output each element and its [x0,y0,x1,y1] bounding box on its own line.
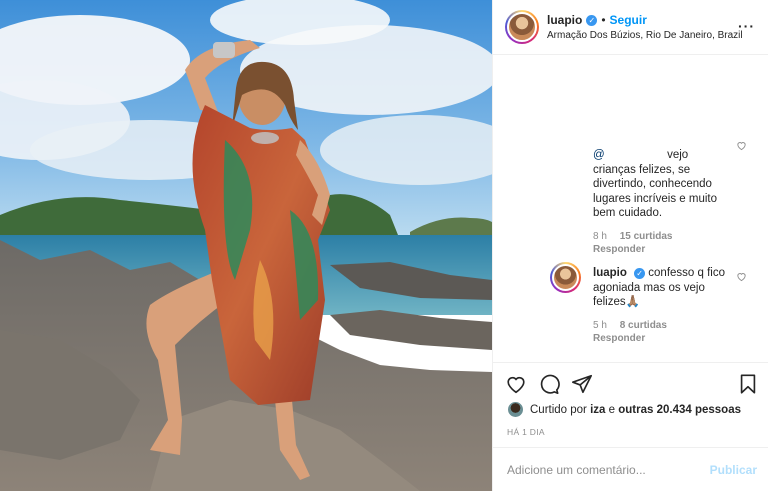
bookmark-icon[interactable] [737,373,759,395]
post-side-panel: luapio ✓ • Seguir Armação Dos Búzios, Ri… [492,0,768,491]
author-avatar[interactable] [505,10,539,44]
liker-avatar[interactable] [507,401,524,418]
add-comment-bar: Publicar [493,447,768,491]
post-header: luapio ✓ • Seguir Armação Dos Búzios, Ri… [493,0,768,55]
author-username[interactable]: luapio [547,13,582,27]
comment-avatar[interactable] [550,262,581,293]
likes-summary: Curtido por iza e outras 20.434 pessoas [507,401,741,418]
liker-username[interactable]: iza [590,404,605,416]
likes-conj: e [608,403,616,416]
comment-text: luapio ✓ confesso q fico agoniada mas os… [593,266,733,310]
reply-button[interactable]: Responder [593,333,723,344]
post-location[interactable]: Armação Dos Búzios, Rio De Janeiro, Braz… [547,30,743,41]
comment-item: luapio ✓ confesso q fico agoniada mas os… [593,266,733,344]
more-icon[interactable]: ··· [738,18,755,34]
comment-text: @ vejo crianças felizes, se divertindo, … [593,148,733,221]
instagram-post: luapio ✓ • Seguir Armação Dos Búzios, Ri… [0,0,768,491]
follow-button[interactable]: Seguir [610,13,647,27]
comment-item: @ vejo crianças felizes, se divertindo, … [593,148,733,255]
comment-input[interactable] [507,460,697,480]
comment-body: vejo crianças felizes, se divertindo, co… [593,149,717,219]
author-line: luapio ✓ • Seguir [547,13,647,27]
comment-username[interactable]: luapio [593,267,627,279]
publish-button[interactable]: Publicar [710,463,757,477]
heart-icon[interactable] [505,373,527,395]
post-timestamp[interactable]: HÁ 1 DIA [507,427,545,437]
post-photo[interactable] [0,0,492,491]
comment-likes[interactable]: 8 curtidas [620,320,667,331]
verified-icon: ✓ [634,268,646,279]
likes-prefix: Curtido por [530,403,587,416]
share-icon[interactable] [571,373,593,395]
comment-heart-icon[interactable] [736,271,747,282]
verified-icon: ✓ [586,14,598,26]
separator-dot: • [601,13,606,27]
comment-meta: 5 h 8 curtidas Responder [593,320,733,344]
comment-likes[interactable]: 15 curtidas [620,231,673,242]
comment-heart-icon[interactable] [736,140,747,151]
comment-time[interactable]: 8 h [593,231,607,242]
comment-mention[interactable]: @ [593,149,605,161]
action-bar [493,362,768,402]
comment-meta: 8 h 15 curtidas Responder [593,231,733,255]
others-likes-link[interactable]: outras 20.434 pessoas [618,404,741,416]
reply-button[interactable]: Responder [593,244,723,255]
comment-icon[interactable] [538,373,560,395]
comment-time[interactable]: 5 h [593,320,607,331]
beach-photo [0,0,492,491]
